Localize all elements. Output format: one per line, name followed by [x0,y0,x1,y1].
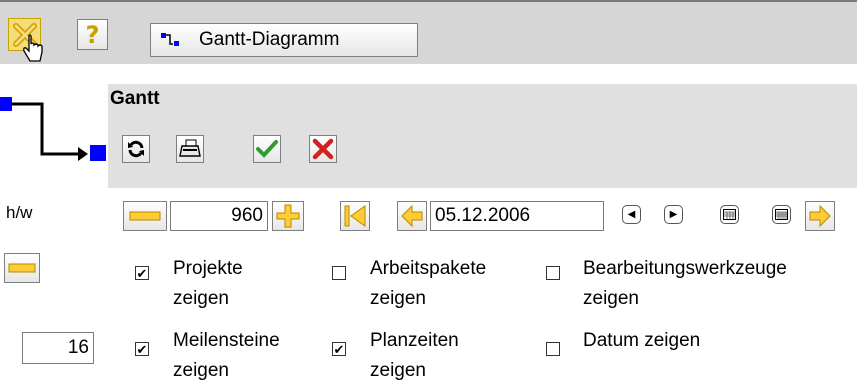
left-arrow-icon [401,204,423,228]
check-mark-icon: ✔ [136,265,148,281]
option-arbeitspakete-line2: zeigen [370,288,426,309]
right-arrow-icon [809,204,831,228]
refresh-button[interactable] [122,135,150,163]
help-button[interactable]: ? [77,19,108,50]
hand-cursor-icon [23,34,43,62]
calendar-large-icon [775,209,788,220]
minus-icon [129,211,161,221]
checkbox-planzeiten[interactable]: ✔ [332,342,346,356]
gantt-panel [108,84,857,188]
zoom-minus-button[interactable] [123,201,167,231]
row-height-value: 16 [67,337,89,358]
checkbox-meilensteine[interactable]: ✔ [135,342,149,356]
first-date-button[interactable] [340,201,370,231]
scroll-left-button[interactable]: ◀ [622,205,641,224]
zoom-plus-button[interactable] [272,201,304,231]
triangle-left-icon: ◀ [627,209,636,220]
width-value: 960 [231,205,263,226]
option-planzeiten-line1: Planzeiten [370,330,459,351]
option-projekte-line1: Projekte [173,258,243,279]
gantt-logo-icon [0,97,106,161]
row-height-minus-button[interactable] [4,253,40,283]
confirm-check-icon [256,140,278,158]
option-meilensteine-line2: zeigen [173,360,229,381]
triangle-right-icon: ▶ [669,209,678,220]
panel-title: Gantt [110,88,160,109]
gantt-tab-button[interactable]: Gantt-Diagramm [150,23,418,57]
calendar-small-icon [723,209,736,220]
option-arbeitspakete-line1: Arbeitspakete [370,258,487,279]
check-mark-icon: ✔ [333,341,345,357]
check-mark-icon: ✔ [136,341,148,357]
gantt-diagram-icon [161,33,179,46]
minus-icon [8,263,36,273]
print-icon [179,139,201,157]
cancel-x-icon [312,138,334,160]
help-question-icon: ? [85,20,100,49]
option-meilensteine-line1: Meilensteine [173,330,280,351]
cancel-button[interactable] [309,135,337,163]
option-bearbeitungswerkzeuge-line1: Bearbeitungswerkzeuge [583,258,787,279]
checkbox-datum[interactable] [546,342,560,356]
top-toolbar [0,0,857,64]
confirm-button[interactable] [253,135,281,163]
refresh-icon [128,140,144,158]
option-projekte-line2: zeigen [173,288,229,309]
checkbox-projekte[interactable]: ✔ [135,266,149,280]
prev-date-button[interactable] [397,201,427,231]
first-arrow-icon [344,205,366,227]
date-input[interactable]: 05.12.2006 [430,201,604,231]
row-height-input[interactable]: 16 [22,332,94,364]
plus-icon [276,204,300,228]
option-bearbeitungswerkzeuge-line2: zeigen [583,288,639,309]
scroll-right-button[interactable]: ▶ [664,205,683,224]
date-value: 05.12.2006 [435,205,531,226]
zoom-label: h/w [6,203,33,222]
option-planzeiten-line2: zeigen [370,360,426,381]
checkbox-bearbeitungswerkzeuge[interactable] [546,266,560,280]
calendar-week-button[interactable] [720,205,739,224]
width-input[interactable]: 960 [170,201,268,231]
next-date-button[interactable] [805,201,835,231]
print-button[interactable] [176,135,204,163]
option-datum-line1: Datum zeigen [583,330,701,351]
checkbox-arbeitspakete[interactable] [332,266,346,280]
calendar-month-button[interactable] [772,205,791,224]
gantt-tab-label: Gantt-Diagramm [199,29,340,50]
